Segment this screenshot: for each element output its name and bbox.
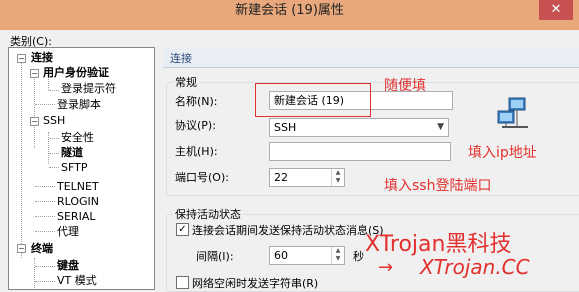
watermark-arrow-icon: → bbox=[378, 257, 394, 278]
tree-item-user-auth[interactable]: 用户身份验证 bbox=[43, 66, 109, 80]
network-computers-icon bbox=[497, 97, 528, 128]
tree-item-sftp[interactable]: SFTP bbox=[61, 161, 87, 175]
tree-item-login-prompt[interactable]: 登录提示符 bbox=[61, 82, 116, 96]
host-label: 主机(H): bbox=[175, 145, 218, 158]
expand-toggle-icon[interactable]: − bbox=[30, 117, 39, 126]
interval-value: 60 bbox=[274, 249, 288, 262]
tree-item-telnet[interactable]: TELNET bbox=[57, 180, 99, 194]
category-tree[interactable]: − − − − 连接 用户身份验证 登录提示符 登录脚本 SSH 安全性 隧道 … bbox=[8, 47, 155, 290]
expand-toggle-icon[interactable]: − bbox=[30, 69, 39, 78]
interval-unit: 秒 bbox=[353, 250, 364, 263]
expand-toggle-icon[interactable]: − bbox=[17, 54, 26, 63]
tree-item-vt-mode[interactable]: VT 模式 bbox=[57, 274, 97, 288]
spin-arrows-icon[interactable]: ▲ ▼ bbox=[331, 247, 344, 264]
tree-item-rlogin[interactable]: RLOGIN bbox=[57, 195, 99, 209]
name-hint: 随便填 bbox=[384, 78, 426, 94]
name-highlight-box bbox=[255, 83, 371, 117]
interval-stepper[interactable]: 60 ▲ ▼ bbox=[269, 246, 345, 265]
watermark-brand: XTrojan黑科技 bbox=[365, 232, 512, 257]
tree-item-keyboard[interactable]: 键盘 bbox=[57, 259, 79, 273]
idle-string-checkbox[interactable] bbox=[176, 276, 189, 289]
send-keepalive-checkbox[interactable]: ✓ bbox=[176, 223, 189, 236]
name-label: 名称(N): bbox=[175, 95, 218, 108]
tree-item-terminal[interactable]: 终端 bbox=[31, 242, 53, 256]
interval-label: 间隔(I): bbox=[196, 250, 234, 263]
window-title: 新建会话 (19)属性 bbox=[235, 3, 344, 18]
tree-item-serial[interactable]: SERIAL bbox=[57, 210, 95, 224]
tree-item-connection[interactable]: 连接 bbox=[31, 51, 53, 65]
port-hint: 填入ssh登陆端口 bbox=[384, 178, 492, 194]
spin-arrows-icon[interactable]: ▲ ▼ bbox=[331, 169, 344, 186]
watermark-site: XTrojan.CC bbox=[420, 255, 530, 279]
keepalive-legend: 保持活动状态 bbox=[173, 206, 243, 222]
tree-item-login-script[interactable]: 登录脚本 bbox=[57, 98, 101, 112]
chevron-down-icon: ▼ bbox=[437, 122, 444, 132]
tree-item-proxy[interactable]: 代理 bbox=[57, 225, 79, 239]
general-legend: 常规 bbox=[173, 74, 199, 90]
protocol-value: SSH bbox=[274, 121, 297, 134]
port-stepper[interactable]: 22 ▲ ▼ bbox=[269, 168, 345, 187]
port-label: 端口号(O): bbox=[175, 171, 229, 184]
section-title: 连接 bbox=[170, 52, 192, 65]
section-header bbox=[163, 47, 579, 68]
window-close-button[interactable]: ✕ bbox=[539, 0, 573, 20]
tree-item-tunnel[interactable]: 隧道 bbox=[61, 146, 83, 160]
protocol-label: 协议(P): bbox=[175, 119, 216, 132]
idle-string-label: 网络空闲时发送字符串(R) bbox=[192, 277, 319, 290]
tree-item-ssh[interactable]: SSH bbox=[43, 114, 65, 128]
port-value: 22 bbox=[274, 171, 288, 184]
expand-toggle-icon[interactable]: − bbox=[17, 244, 26, 253]
tree-item-security[interactable]: 安全性 bbox=[61, 131, 94, 145]
protocol-select[interactable]: SSH ▼ bbox=[269, 118, 449, 137]
send-keepalive-label: 连接会话期间发送保持活动状态消息(S) bbox=[192, 224, 384, 237]
host-hint: 填入ip地址 bbox=[468, 145, 537, 161]
host-input[interactable] bbox=[269, 142, 451, 161]
